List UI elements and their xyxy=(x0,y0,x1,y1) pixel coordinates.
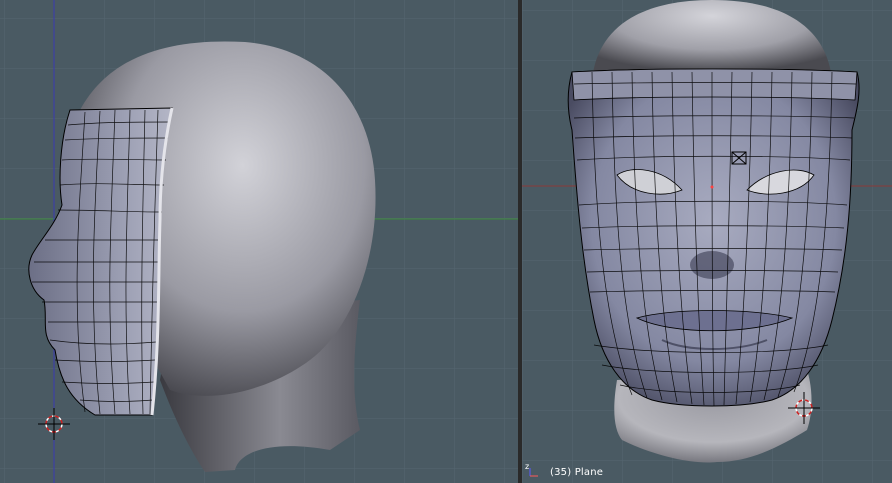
object-status-text: (35) Plane xyxy=(550,467,604,478)
viewport-front[interactable]: z (35) Plane xyxy=(522,0,892,483)
side-view-canvas[interactable] xyxy=(0,0,518,483)
front-view-canvas[interactable] xyxy=(522,0,892,483)
viewport-side[interactable] xyxy=(0,0,518,483)
axis-gizmo-label: z xyxy=(525,462,530,471)
